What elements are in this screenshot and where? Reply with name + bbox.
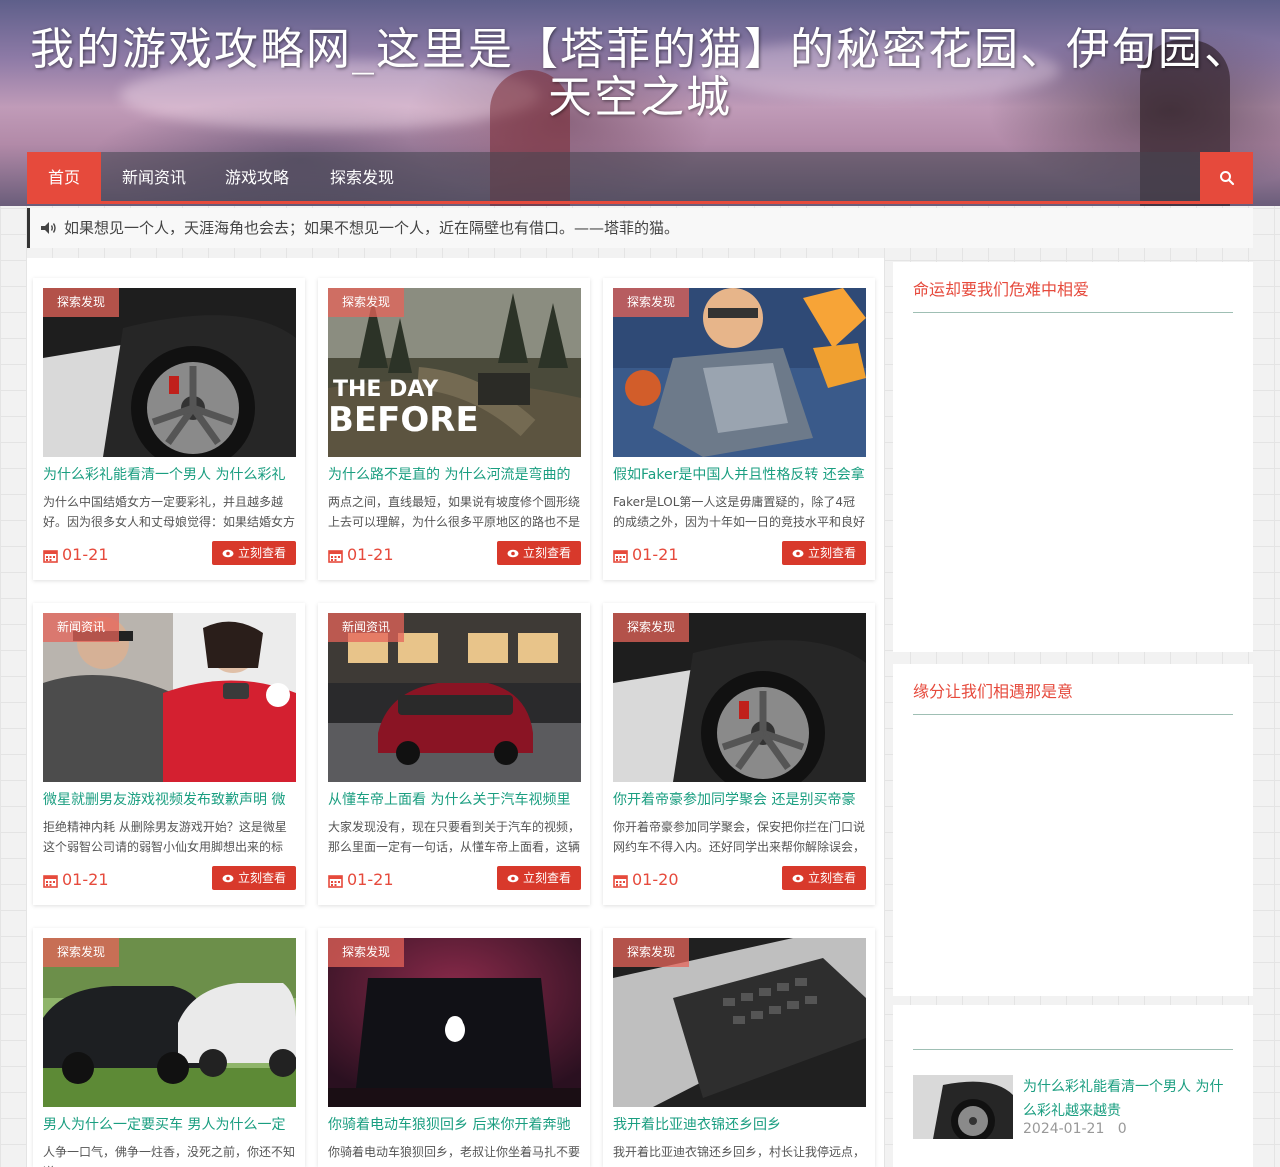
post-date: 01-20 [613,868,679,892]
view-button[interactable]: 立刻查看 [782,541,866,565]
post-card[interactable]: 探索发现 我开着比亚迪衣锦还乡回乡 我开着比亚迪衣锦还乡回乡，村长让我停远点， [603,928,875,1167]
view-button[interactable]: 立刻查看 [497,541,581,565]
search-button[interactable] [1200,152,1253,204]
post-title[interactable]: 为什么路不是直的 为什么河流是弯曲的 [328,464,581,486]
post-date: 01-21 [43,543,109,567]
sidebar-post-title[interactable]: 为什么彩礼能看清一个男人 为什么彩礼越来越贵 [1023,1075,1233,1123]
nav-item-news[interactable]: 新闻资讯 [101,152,207,204]
eye-icon [222,874,234,882]
category-tag[interactable]: 探索发现 [613,938,690,967]
speaker-icon [40,221,58,235]
post-title[interactable]: 你骑着电动车狼狈回乡 后来你开着奔驰 [328,1114,581,1136]
view-button[interactable]: 立刻查看 [497,866,581,890]
svg-text:THE DAY: THE DAY [333,377,439,402]
post-excerpt: 拒绝精神内耗 从删除男友游戏开始？这是微星这个弱智公司请的弱智小仙女用脚想出来的… [43,820,287,854]
sidebar-post-item[interactable]: 为什么彩礼能看清一个男人 为什么彩礼越来越贵 2024-01-21 0 [913,1075,1233,1145]
category-tag[interactable]: 探索发现 [43,938,120,967]
category-tag[interactable]: 探索发现 [613,288,690,317]
eye-icon [792,874,804,882]
calendar-icon [43,549,58,563]
post-excerpt: 人争一口气，佛争一炷香，没死之前，你还不知道 [43,1145,296,1167]
post-card[interactable]: 新闻资讯 从懂车帝上面看 为什么关于汽车视频里 大家发现没有，现在只要看到关于汽… [318,603,590,905]
post-card[interactable]: 探索发现 为什么彩礼能看清一个男人 为什么彩礼 为什么中国结婚女方一定要彩礼，并… [33,278,305,580]
post-excerpt: 大家发现没有，现在只要看到关于汽车的视频，那么里面一定有一句话，从懂车帝上面看，… [328,820,581,854]
sidebar-post-count: 0 [1117,1121,1127,1137]
calendar-icon [328,549,343,563]
post-card[interactable]: 探索发现 你开着帝豪参加同学聚会 还是别买帝豪 你开着帝豪参加同学聚会，保安把你… [603,603,875,905]
sidebar-widget-3: 为什么彩礼能看清一个男人 为什么彩礼越来越贵 2024-01-21 0 [893,1005,1253,1167]
svg-text:BEFORE: BEFORE [328,400,479,440]
nav-item-explore[interactable]: 探索发现 [307,152,417,204]
eye-icon [507,549,519,557]
post-excerpt: Faker是LOL第一人这是毋庸置疑的，除了4冠的成绩之外，因为十年如一日的竞技… [613,495,866,529]
post-card[interactable]: 探索发现 假如Faker是中国人并且性格反转 还会拿 Faker是LOL第一人这… [603,278,875,580]
post-excerpt: 两点之间，直线最短，如果说有坡度修个圆形绕上去可以理解，为什么很多平原地区的路也… [328,495,581,529]
post-card[interactable]: 探索发现 你骑着电动车狼狈回乡 后来你开着奔驰 你骑着电动车狼狈回乡，老叔让你坐… [318,928,590,1167]
view-button[interactable]: 立刻查看 [782,866,866,890]
post-date: 01-21 [328,868,394,892]
post-date: 01-21 [613,543,679,567]
calendar-icon [613,874,628,888]
category-tag[interactable]: 探索发现 [613,613,690,642]
calendar-icon [328,874,343,888]
post-title[interactable]: 男人为什么一定要买车 男人为什么一定 [43,1114,296,1136]
post-date: 01-21 [328,543,394,567]
nav-item-home[interactable]: 首页 [27,152,101,204]
eye-icon [507,874,519,882]
notice-bar: 如果想见一个人，天涯海角也会去；如果不想见一个人，近在隔壁也有借口。——塔菲的猫… [27,208,1253,248]
category-tag[interactable]: 新闻资讯 [43,613,120,642]
widget-divider [913,1035,1233,1050]
post-card[interactable]: 新闻资讯 微星就删男友游戏视频发布致歉声明 微 拒绝精神内耗 从删除男友游戏开始… [33,603,305,905]
eye-icon [792,549,804,557]
category-tag[interactable]: 探索发现 [43,288,120,317]
eye-icon [222,549,234,557]
category-tag[interactable]: 探索发现 [328,938,405,967]
post-excerpt: 你开着帝豪参加同学聚会，保安把你拦在门口说网约车不得入内。还好同学出来帮你解除误… [613,820,866,854]
post-title[interactable]: 微星就删男友游戏视频发布致歉声明 微 [43,789,296,811]
post-title[interactable]: 你开着帝豪参加同学聚会 还是别买帝豪 [613,789,866,811]
sidebar-post-meta: 2024-01-21 0 [1023,1121,1127,1137]
category-tag[interactable]: 探索发现 [328,288,405,317]
view-button[interactable]: 立刻查看 [212,866,296,890]
post-card[interactable]: THE DAY BEFORE 探索发现 为什么路不是直的 为什么河流是弯曲的 两… [318,278,590,580]
post-grid: 探索发现 为什么彩礼能看清一个男人 为什么彩礼 为什么中国结婚女方一定要彩礼，并… [27,258,884,1167]
nav-item-guides[interactable]: 游戏攻略 [207,152,307,204]
sidebar-post-thumbnail[interactable] [913,1075,1013,1139]
post-excerpt: 我开着比亚迪衣锦还乡回乡，村长让我停远点， [613,1145,866,1159]
post-title[interactable]: 从懂车帝上面看 为什么关于汽车视频里 [328,789,581,811]
main-nav: 首页 新闻资讯 游戏攻略 探索发现 [27,152,1253,204]
calendar-icon [43,874,58,888]
sidebar-post-date: 2024-01-21 [1023,1121,1105,1137]
site-title[interactable]: 我的游戏攻略网_这里是【塔菲的猫】的秘密花园、伊甸园、天空之城 [20,26,1260,122]
widget-title: 缘分让我们相遇那是意 [913,678,1233,715]
notice-text: 如果想见一个人，天涯海角也会去；如果不想见一个人，近在隔壁也有借口。——塔菲的猫… [64,219,680,237]
post-title[interactable]: 我开着比亚迪衣锦还乡回乡 [613,1114,866,1136]
post-title[interactable]: 为什么彩礼能看清一个男人 为什么彩礼 [43,464,296,486]
view-button[interactable]: 立刻查看 [212,541,296,565]
post-excerpt: 你骑着电动车狼狈回乡，老叔让你坐着马扎不要 [328,1145,581,1159]
sidebar-widget-1: 命运却要我们危难中相爱 [893,262,1253,652]
widget-title: 命运却要我们危难中相爱 [913,276,1233,313]
category-tag[interactable]: 新闻资讯 [328,613,405,642]
sidebar-widget-2: 缘分让我们相遇那是意 [893,664,1253,996]
search-icon [1219,171,1234,186]
post-title[interactable]: 假如Faker是中国人并且性格反转 还会拿 [613,464,866,486]
post-date: 01-21 [43,868,109,892]
post-excerpt: 为什么中国结婚女方一定要彩礼，并且越多越好。因为很多女人和丈母娘觉得：如果结婚女… [43,495,296,529]
calendar-icon [613,549,628,563]
post-card[interactable]: 探索发现 男人为什么一定要买车 男人为什么一定 人争一口气，佛争一炷香，没死之前… [33,928,305,1167]
